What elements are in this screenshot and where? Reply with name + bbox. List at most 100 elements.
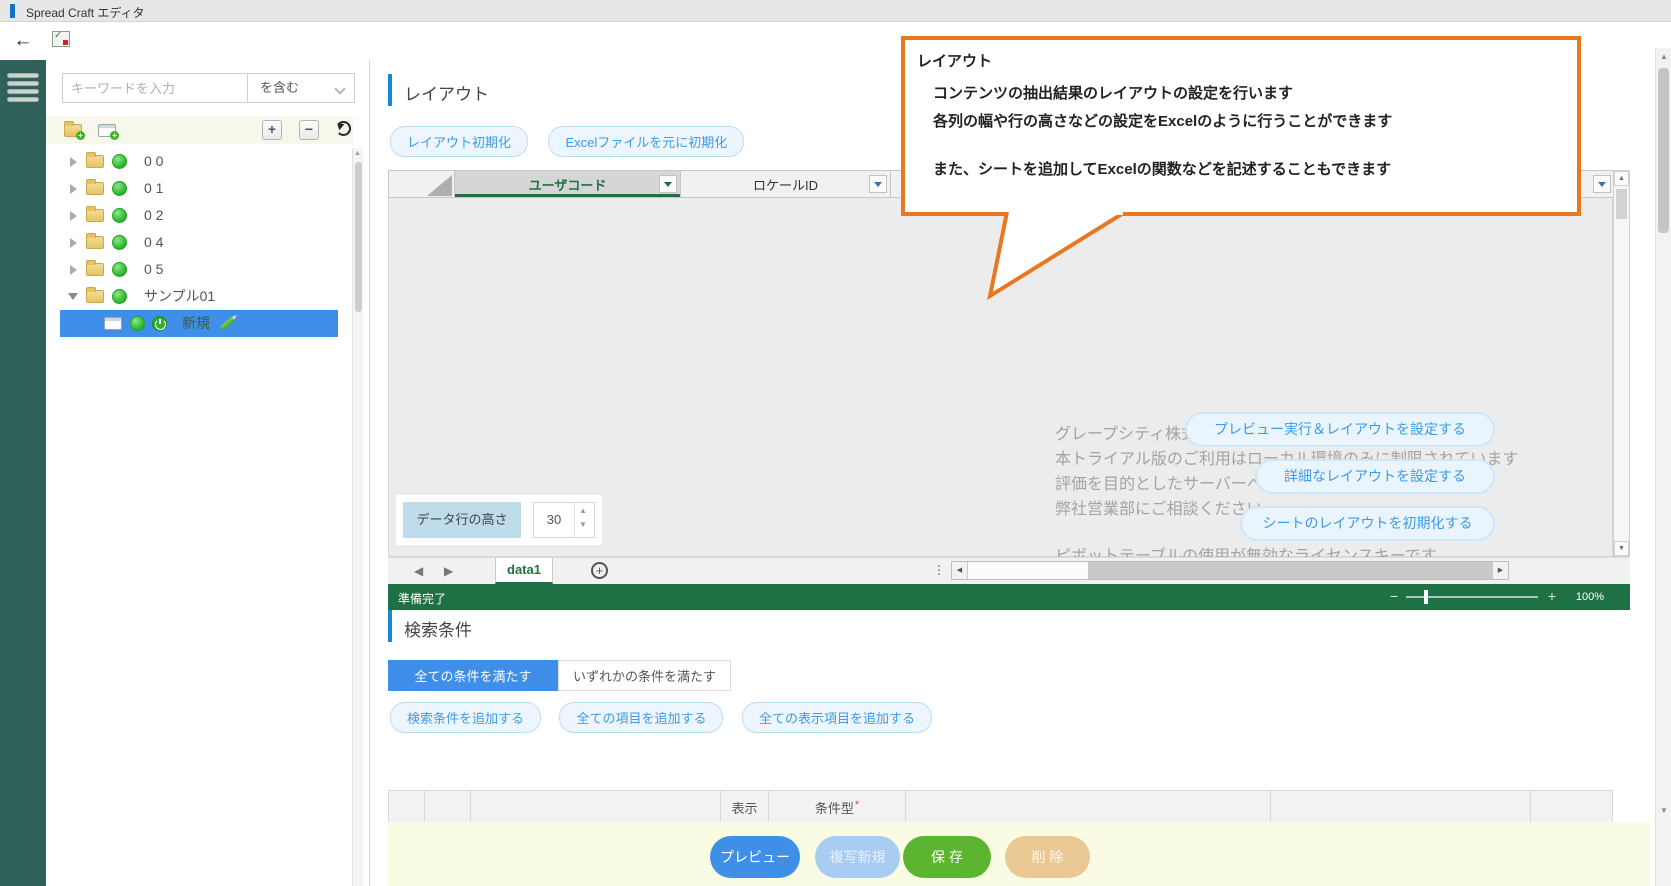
layout-help-callout: レイアウト コンテンツの抽出結果のレイアウトの設定を行います 各列の幅や行の高さ… <box>901 36 1581 216</box>
column-dropdown-icon[interactable] <box>659 175 677 193</box>
tree-item[interactable]: 0 0 <box>46 148 352 175</box>
tree-scrollbar[interactable]: ▲ <box>352 148 363 886</box>
delete-button[interactable]: 削 除 <box>1005 836 1090 878</box>
scroll-up-icon[interactable]: ▲ <box>1614 171 1629 186</box>
scroll-down-icon[interactable]: ▼ <box>1614 541 1629 556</box>
left-rail <box>0 60 46 886</box>
row-height-label: データ行の高さ <box>403 502 521 538</box>
edit-pencil-icon[interactable] <box>220 317 235 330</box>
expand-arrow-icon[interactable] <box>70 184 77 194</box>
stepper-up-icon[interactable]: ▲ <box>579 506 589 516</box>
zoom-out-icon[interactable]: − <box>1390 588 1398 604</box>
add-all-items-button[interactable]: 全ての項目を追加する <box>559 702 723 733</box>
scroll-down-icon[interactable]: ▼ <box>1660 806 1668 815</box>
tree-item-expanded[interactable]: サンプル01 <box>46 283 352 310</box>
status-dot-icon <box>130 316 145 331</box>
back-button[interactable]: ← <box>10 28 36 54</box>
expand-all-button[interactable]: + <box>262 120 282 140</box>
detailed-layout-button[interactable]: 詳細なレイアウトを設定する <box>1255 459 1495 494</box>
tree-item[interactable]: 0 2 <box>46 202 352 229</box>
tree-item[interactable]: 0 5 <box>46 256 352 283</box>
add-condition-button[interactable]: 検索条件を追加する <box>390 702 541 733</box>
callout-line: コンテンツの抽出結果のレイアウトの設定を行います <box>933 82 1293 103</box>
sheet-tab-data1[interactable]: data1 <box>495 558 553 584</box>
refresh-icon[interactable] <box>336 121 351 136</box>
select-all-corner[interactable] <box>389 171 455 197</box>
content-tree: 0 0 0 1 0 2 0 4 <box>46 148 352 337</box>
add-folder-icon[interactable] <box>64 124 82 137</box>
excel-init-button[interactable]: Excelファイルを元に初期化 <box>548 126 744 157</box>
zoom-in-icon[interactable]: + <box>1548 588 1556 604</box>
menu-toggle-icon[interactable] <box>5 70 41 112</box>
add-all-display-items-button[interactable]: 全ての表示項目を追加する <box>742 702 932 733</box>
collapse-all-button[interactable]: − <box>299 120 319 140</box>
collapse-arrow-icon[interactable] <box>68 293 78 300</box>
scroll-up-icon[interactable]: ▲ <box>1660 52 1668 61</box>
scrollbar-thumb[interactable] <box>968 562 1088 579</box>
copy-new-button[interactable]: 複写新規 <box>815 836 900 878</box>
expand-arrow-icon[interactable] <box>70 211 77 221</box>
column-dropdown-icon[interactable] <box>869 175 887 193</box>
app-root: Spread Craft エディタ ← を含む + − <box>0 0 1671 886</box>
spreadsheet-check-icon[interactable] <box>52 31 70 47</box>
match-all-toggle[interactable]: 全ての条件を満たす <box>388 660 558 691</box>
tree-item-selected[interactable]: 新規 <box>60 310 338 337</box>
preview-button[interactable]: プレビュー <box>710 836 800 878</box>
tab-prev-icon[interactable]: ◀ <box>414 564 423 578</box>
folder-icon <box>86 182 104 195</box>
column-header-usercode[interactable]: ユーザコード <box>455 171 681 197</box>
row-height-stepper[interactable]: 30 ▲ ▼ <box>533 502 595 538</box>
corner-triangle-icon <box>427 175 452 196</box>
tab-next-icon[interactable]: ▶ <box>444 564 453 578</box>
sheet-tab-bar: ◀ ▶ data1 + ⋮ ◀ ▶ <box>388 557 1630 584</box>
required-mark: * <box>855 799 859 811</box>
scroll-left-icon[interactable]: ◀ <box>952 562 967 579</box>
match-mode-select[interactable]: を含む <box>247 73 355 103</box>
layout-init-button[interactable]: レイアウト初期化 <box>390 126 528 157</box>
sheet-vertical-scrollbar[interactable]: ▲ ▼ <box>1613 170 1630 557</box>
sheet-horizontal-scrollbar[interactable]: ◀ ▶ <box>951 561 1509 580</box>
row-height-value[interactable]: 30 <box>534 503 574 537</box>
scrollbar-thumb[interactable] <box>1616 189 1627 219</box>
zoom-slider[interactable] <box>1406 596 1538 598</box>
status-dot-icon <box>112 181 127 196</box>
folder-icon <box>86 209 104 222</box>
scroll-up-icon[interactable]: ▲ <box>354 150 361 157</box>
layout-section-title: レイアウト <box>404 80 489 105</box>
preview-and-layout-button[interactable]: プレビュー実行＆レイアウトを設定する <box>1185 412 1495 447</box>
search-conditions-title: 検索条件 <box>404 616 472 641</box>
keyword-search-input[interactable] <box>62 73 248 103</box>
status-dot-icon <box>112 154 127 169</box>
footer-action-bar: プレビュー 複写新規 保 存 削 除 <box>388 822 1650 886</box>
tree-item[interactable]: 0 4 <box>46 229 352 256</box>
splitter-dots-icon[interactable]: ⋮ <box>933 563 945 577</box>
reset-sheet-layout-button[interactable]: シートのレイアウトを初期化する <box>1240 506 1495 541</box>
scroll-right-icon[interactable]: ▶ <box>1493 562 1508 579</box>
match-any-toggle[interactable]: いずれかの条件を満たす <box>558 660 731 691</box>
callout-line: 各列の幅や行の高さなどの設定をExcelのように行うことができます <box>933 110 1392 131</box>
window-title: Spread Craft エディタ <box>26 4 145 21</box>
app-icon <box>10 4 15 18</box>
zoom-slider-thumb[interactable] <box>1424 590 1428 604</box>
column-header-localeid[interactable]: ロケールID <box>681 171 891 197</box>
status-dot-icon <box>112 208 127 223</box>
folder-icon <box>86 263 104 276</box>
scrollbar-thumb[interactable] <box>355 162 362 312</box>
status-message: 準備完了 <box>398 590 446 607</box>
watermark-line: 評価を目的としたサーバーへの <box>1055 470 1279 494</box>
tree-item[interactable]: 0 1 <box>46 175 352 202</box>
add-content-icon[interactable] <box>98 124 116 137</box>
page-scrollbar[interactable]: ▲ ▼ <box>1655 48 1671 886</box>
status-dot-icon <box>112 262 127 277</box>
expand-arrow-icon[interactable] <box>70 265 77 275</box>
expand-arrow-icon[interactable] <box>70 238 77 248</box>
content-icon <box>104 317 122 330</box>
stepper-down-icon[interactable]: ▼ <box>579 520 589 530</box>
search-conditions-section: 検索条件 全ての条件を満たす いずれかの条件を満たす 検索条件を追加する 全ての… <box>388 608 1630 644</box>
save-button[interactable]: 保 存 <box>903 836 991 878</box>
row-height-control: データ行の高さ 30 ▲ ▼ <box>396 495 602 545</box>
expand-arrow-icon[interactable] <box>70 157 77 167</box>
scrollbar-thumb[interactable] <box>1658 68 1669 233</box>
add-sheet-icon[interactable]: + <box>591 562 608 579</box>
column-dropdown-icon[interactable] <box>1593 175 1611 193</box>
